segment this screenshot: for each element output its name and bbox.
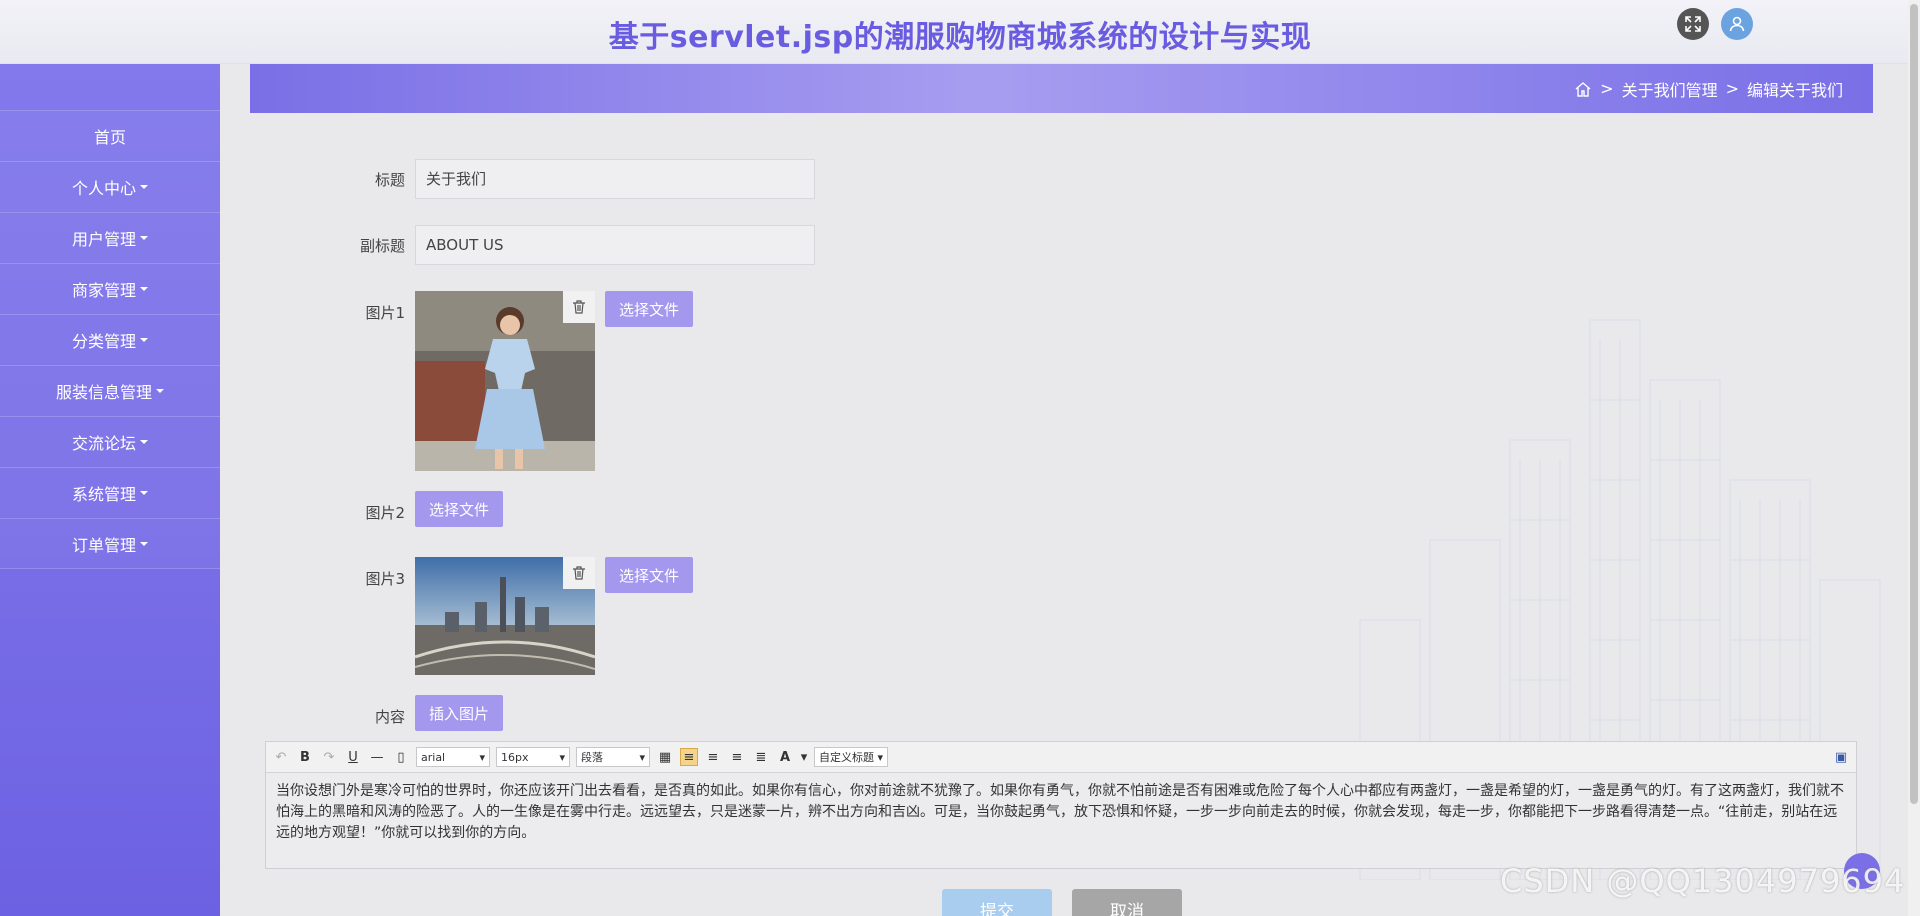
cancel-button[interactable]: 取消 <box>1072 889 1182 916</box>
submit-button[interactable]: 提交 <box>942 889 1052 916</box>
sidebar-menu: 首页 个人中心 用户管理 商家管理 分类管理 服装信息管理 交流论坛 系统管理 … <box>0 110 220 569</box>
subtitle-label: 副标题 <box>359 237 405 255</box>
sidebar-item-category-management[interactable]: 分类管理 <box>0 314 220 365</box>
sidebar-item-forum[interactable]: 交流论坛 <box>0 416 220 467</box>
caret-down-icon <box>140 287 148 291</box>
paragraph-select[interactable]: 段落 ▾ <box>576 747 650 767</box>
sidebar-item-label: 个人中心 <box>71 179 136 198</box>
sidebar-item-label: 商家管理 <box>71 281 136 300</box>
caret-down-icon <box>140 541 148 546</box>
paragraph-value: 段落 <box>581 751 603 764</box>
home-icon[interactable] <box>1574 80 1592 98</box>
align-center-icon[interactable]: ≡ <box>728 748 746 766</box>
trash-icon <box>573 566 585 580</box>
sidebar-item-user-management[interactable]: 用户管理 <box>0 212 220 263</box>
sidebar-item-system-management[interactable]: 系统管理 <box>0 467 220 518</box>
underline-button[interactable]: U <box>344 748 362 766</box>
sidebar-item-label: 服装信息管理 <box>55 383 152 402</box>
caret-down-icon <box>140 338 148 342</box>
title-input[interactable]: 关于我们 <box>415 159 815 199</box>
top-header: 基于servlet.jsp的潮服购物商城系统的设计与实现 <box>0 0 1920 64</box>
horizontal-rule-icon[interactable]: — <box>368 748 386 766</box>
caret-down-icon <box>140 440 148 444</box>
sidebar-item-clothing-management[interactable]: 服装信息管理 <box>0 365 220 416</box>
custom-heading-select[interactable]: 自定义标题 ▾ <box>814 747 888 767</box>
rich-text-editor: ↶ B ↷ U — ▯ arial ▾ 16px ▾ 段落 ▾ ▦ ≡ ≡ ≡ ≣ A… <box>265 741 1857 869</box>
image3-label: 图片3 <box>365 570 405 588</box>
sidebar-item-order-management[interactable]: 订单管理 <box>0 518 220 569</box>
caret-down-icon <box>156 389 164 393</box>
image1-label: 图片1 <box>365 304 405 322</box>
align-justify-icon[interactable]: ≣ <box>752 748 770 766</box>
font-size-value: 16px <box>501 750 529 764</box>
image1-delete-button[interactable] <box>563 291 595 323</box>
chevron-down-icon[interactable]: ▾ <box>800 748 808 766</box>
sidebar-item-label: 分类管理 <box>71 332 136 351</box>
image3-choose-file-button[interactable]: 选择文件 <box>605 557 693 593</box>
sidebar-item-label: 系统管理 <box>71 485 136 504</box>
caret-down-icon <box>140 236 148 240</box>
caret-down-icon <box>140 491 148 495</box>
trash-icon <box>573 300 585 314</box>
font-family-select[interactable]: arial ▾ <box>416 747 490 767</box>
insert-image-button[interactable]: 插入图片 <box>415 695 503 731</box>
font-color-icon[interactable]: A <box>776 748 794 766</box>
sidebar-item-label: 用户管理 <box>71 230 136 249</box>
sidebar-item-home[interactable]: 首页 <box>0 110 220 161</box>
csdn-watermark: CSDN @QQ1304979694 <box>1500 862 1906 900</box>
bold-button[interactable]: B <box>296 748 314 766</box>
expand-icon <box>1685 16 1701 32</box>
font-size-select[interactable]: 16px ▾ <box>496 747 570 767</box>
breadcrumb-item-edit-about: 编辑关于我们 <box>1746 80 1843 100</box>
sidebar-item-merchant-management[interactable]: 商家管理 <box>0 263 220 314</box>
breadcrumb-separator: > <box>1725 79 1739 98</box>
chevron-down-icon: ▾ <box>559 750 565 764</box>
image1-choose-file-button[interactable]: 选择文件 <box>605 291 693 327</box>
redo-icon[interactable]: ↷ <box>320 748 338 766</box>
sidebar-item-label: 首页 <box>93 128 126 147</box>
image3-delete-button[interactable] <box>563 557 595 589</box>
title-label: 标题 <box>374 171 405 189</box>
align-right-icon[interactable]: ≡ <box>704 748 722 766</box>
align-left-icon[interactable]: ≡ <box>680 748 698 766</box>
scrollbar-thumb[interactable] <box>1910 4 1918 804</box>
fullscreen-button[interactable] <box>1677 8 1709 40</box>
table-icon[interactable]: ▦ <box>656 748 674 766</box>
breadcrumb: > 关于我们管理 > 编辑关于我们 <box>250 64 1873 113</box>
user-icon <box>1729 16 1745 32</box>
breadcrumb-item-about-management[interactable]: 关于我们管理 <box>1622 77 1718 101</box>
image2-choose-file-button[interactable]: 选择文件 <box>415 491 503 527</box>
chevron-down-icon: ▾ <box>639 750 645 764</box>
chevron-down-icon: ▾ <box>877 750 883 764</box>
sidebar-item-label: 交流论坛 <box>71 434 136 453</box>
vertical-scrollbar[interactable] <box>1908 0 1920 916</box>
image2-label: 图片2 <box>365 504 405 522</box>
sidebar-item-label: 订单管理 <box>71 535 136 555</box>
breadcrumb-separator: > <box>1600 79 1614 98</box>
fullscreen-editor-icon[interactable]: ▣ <box>1832 748 1850 766</box>
subtitle-input[interactable]: ABOUT US <box>415 225 815 265</box>
editor-content[interactable]: 当你设想门外是寒冷可怕的世界时，你还应该开门出去看看，是否真的如此。如果你有信心… <box>266 773 1856 852</box>
sidebar: 首页 个人中心 用户管理 商家管理 分类管理 服装信息管理 交流论坛 系统管理 … <box>0 64 220 916</box>
chevron-down-icon: ▾ <box>479 750 485 764</box>
content-label: 内容 <box>374 708 405 726</box>
app-title: 基于servlet.jsp的潮服购物商城系统的设计与实现 <box>608 20 1312 55</box>
editor-toolbar: ↶ B ↷ U — ▯ arial ▾ 16px ▾ 段落 ▾ ▦ ≡ ≡ ≡ ≣ A… <box>266 742 1856 773</box>
font-family-value: arial <box>421 750 446 764</box>
paste-icon[interactable]: ▯ <box>392 748 410 766</box>
undo-icon[interactable]: ↶ <box>272 748 290 766</box>
caret-down-icon <box>140 185 148 189</box>
sidebar-item-personal-center[interactable]: 个人中心 <box>0 161 220 212</box>
custom-heading-value: 自定义标题 <box>819 751 874 764</box>
user-menu-button[interactable] <box>1721 8 1753 40</box>
